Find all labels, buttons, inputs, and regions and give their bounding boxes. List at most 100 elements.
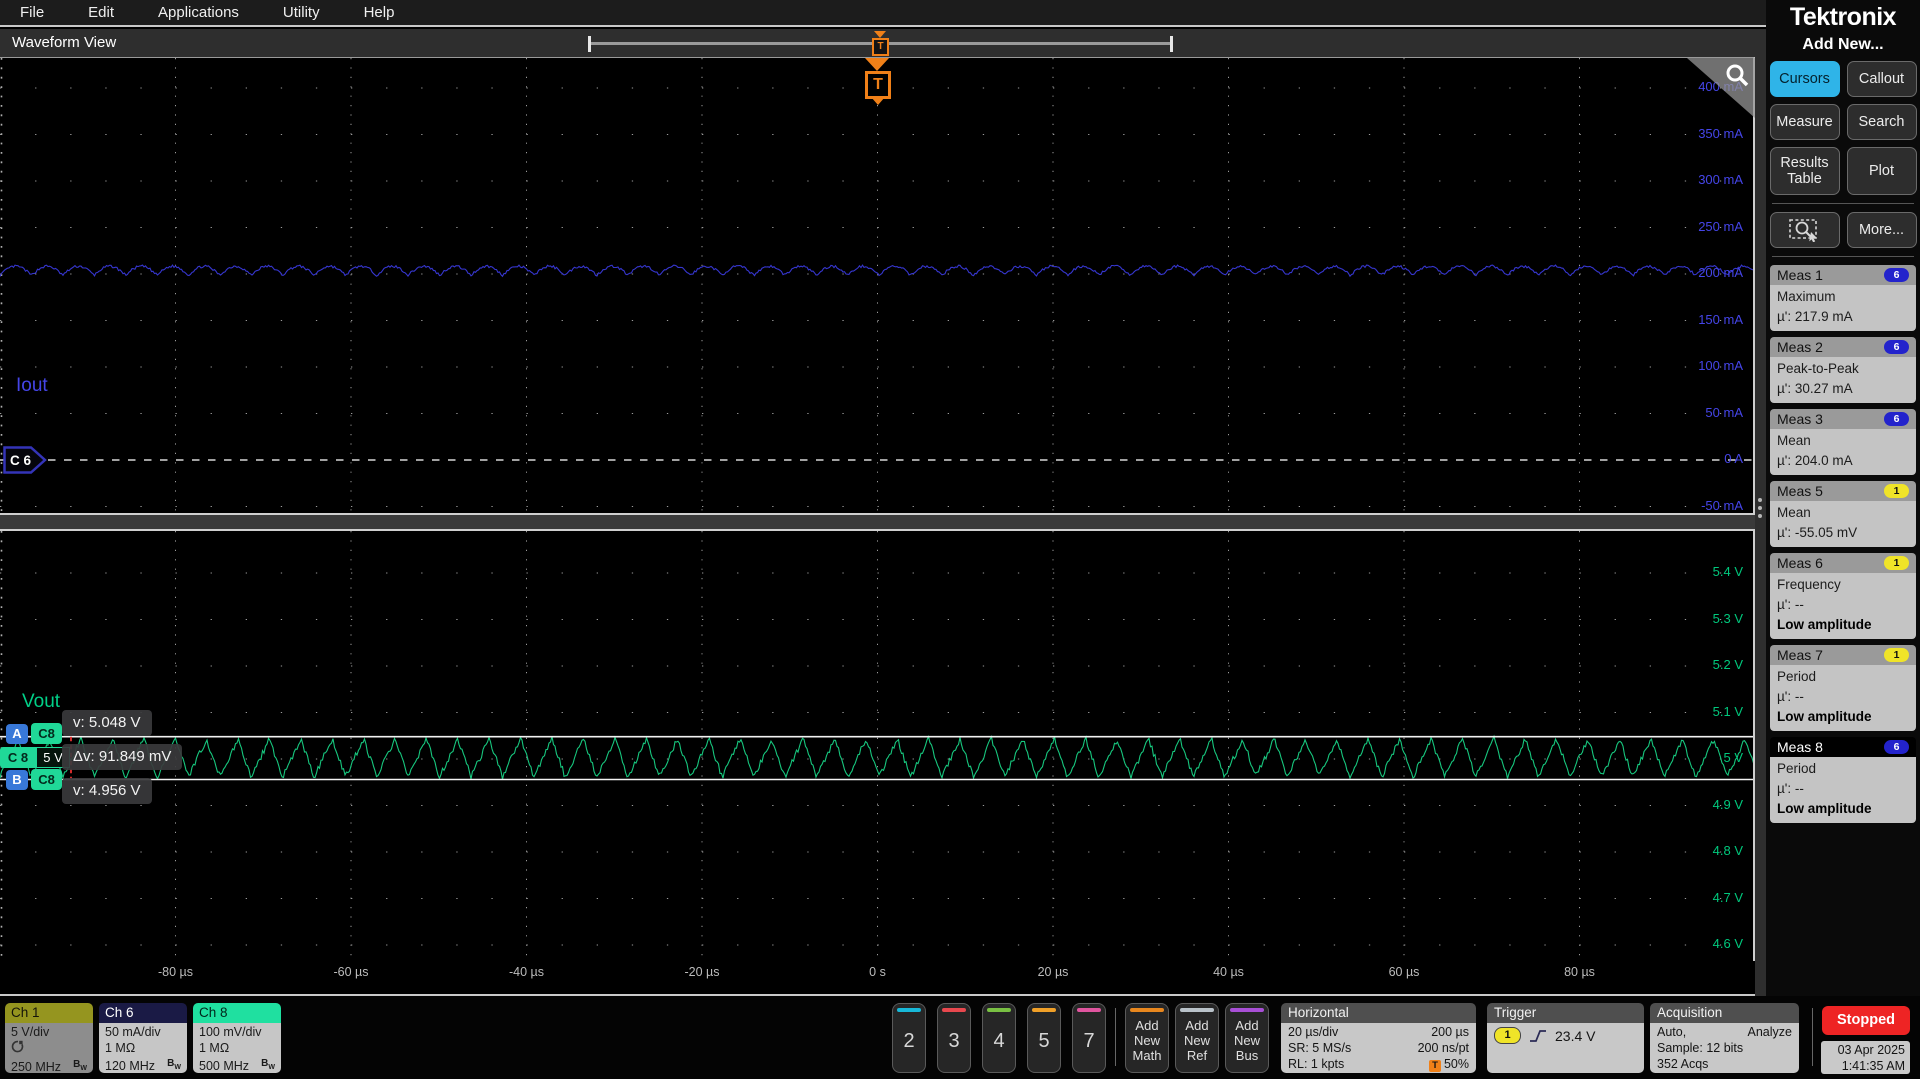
cursor-b-source-badge[interactable]: C8 xyxy=(31,769,62,790)
vout-signal-label[interactable]: Vout xyxy=(22,691,60,713)
channel5-button[interactable]: 5 xyxy=(1027,1003,1061,1073)
cursor-a-source-badge[interactable]: C8 xyxy=(31,723,62,744)
axis-label: 350 mA xyxy=(1698,125,1743,141)
channel3-button[interactable]: 3 xyxy=(937,1003,971,1073)
search-button[interactable]: Search xyxy=(1846,104,1917,140)
time-axis-label: 40 µs xyxy=(1213,965,1244,979)
iout-waveform-plot xyxy=(0,58,1753,513)
oscilloscope-app: File Edit Applications Utility Help Wave… xyxy=(0,0,1920,1079)
time-axis-label: -20 µs xyxy=(684,965,720,979)
run-stop-status-button[interactable]: Stopped xyxy=(1822,1006,1910,1035)
trigger-marker-arrow-icon[interactable] xyxy=(865,58,889,71)
c6-marker-shape: C 6 xyxy=(3,446,47,474)
meas-8-card[interactable]: Meas 8 6 Period µ': -- Low amplitude xyxy=(1770,737,1916,823)
menu-applications[interactable]: Applications xyxy=(158,4,239,21)
bandwidth-limit-icon: BW xyxy=(167,1058,181,1071)
trigger-position-indicator[interactable]: T xyxy=(872,31,889,56)
time-axis-label: 20 µs xyxy=(1037,965,1069,979)
panel-splitter[interactable] xyxy=(1755,57,1766,996)
results-table-button[interactable]: Results Table xyxy=(1769,147,1840,195)
meas-6-card[interactable]: Meas 6 1 Frequency µ': -- Low amplitude xyxy=(1770,553,1916,639)
source-badge: 6 xyxy=(1884,412,1909,426)
measure-button[interactable]: Measure xyxy=(1769,104,1840,140)
tektronix-logo: Tektronix xyxy=(1789,3,1897,31)
add-new-math-button[interactable]: Add New Math xyxy=(1125,1003,1169,1073)
trigger-marker-tail-icon xyxy=(871,97,885,105)
source-badge: 1 xyxy=(1884,648,1909,662)
panel-separator xyxy=(1772,256,1914,257)
settings-bar: Ch 1 5 V/div 250 MHz BW Ch 6 50 mA/div 1… xyxy=(0,996,1920,1079)
source-badge: 6 xyxy=(1884,340,1909,354)
probe-icon xyxy=(11,1040,24,1053)
panel-separator xyxy=(1772,203,1914,204)
axis-label: 200 mA xyxy=(1698,265,1743,280)
zoom-select-icon xyxy=(1788,219,1817,242)
channel1-badge[interactable]: Ch 1 5 V/div 250 MHz BW xyxy=(5,1003,93,1073)
bandwidth-limit-icon: BW xyxy=(261,1058,275,1071)
horizontal-badge[interactable]: Horizontal 20 µs/div 200 µs SR: 5 MS/s 200… xyxy=(1281,1003,1476,1073)
waveform-display-current[interactable]: 400 mA350 mA300 mA250 mA200 mA150 mA100 … xyxy=(0,57,1755,513)
menu-file[interactable]: File xyxy=(20,4,44,21)
axis-label: 5.1 V xyxy=(1712,703,1743,719)
channel8-badge[interactable]: Ch 8 100 mV/div 1 MΩ 500 MHz BW xyxy=(193,1003,281,1073)
cursor-a-handle[interactable]: A xyxy=(6,724,28,744)
magnifier-icon xyxy=(1726,64,1749,87)
cursors-button[interactable]: Cursors xyxy=(1769,61,1840,97)
callout-button[interactable]: Callout xyxy=(1846,61,1917,97)
svg-text:C 6: C 6 xyxy=(10,453,32,468)
meas-7-card[interactable]: Meas 7 1 Period µ': -- Low amplitude xyxy=(1770,645,1916,731)
time-axis-label: 80 µs xyxy=(1564,965,1595,979)
meas-1-card[interactable]: Meas 1 6 Maximum µ': 217.9 mA xyxy=(1770,265,1916,331)
axis-label: 4.7 V xyxy=(1712,889,1743,905)
trigger-source-badge: 1 xyxy=(1494,1027,1521,1044)
cursor-b-handle[interactable]: B xyxy=(6,770,28,790)
tab-waveform-view[interactable]: Waveform View xyxy=(12,34,116,51)
results-bar: Tektronix Add New... Cursors Callout Mea… xyxy=(1766,0,1920,1079)
trigger-marker[interactable]: T xyxy=(865,71,891,99)
iout-signal-label[interactable]: Iout xyxy=(16,375,48,397)
channel6-badge[interactable]: Ch 6 50 mA/div 1 MΩ 120 MHz BW xyxy=(99,1003,187,1073)
add-new-ref-button[interactable]: Add New Ref xyxy=(1175,1003,1219,1073)
axis-label: 300 mA xyxy=(1698,172,1743,187)
channel7-button[interactable]: 7 xyxy=(1072,1003,1106,1073)
time-axis: -80 µs -60 µs -40 µs -20 µs 0 s 20 µs 40 µs 60 … xyxy=(0,961,1755,994)
view-splitter[interactable] xyxy=(0,513,1755,531)
cursor-delta-readout: Δv: 91.849 mV xyxy=(62,744,183,770)
meas-5-card[interactable]: Meas 5 1 Mean µ': -55.05 mV xyxy=(1770,481,1916,547)
meas-2-card[interactable]: Meas 2 6 Peak-to-Peak µ': 30.27 mA xyxy=(1770,337,1916,403)
menu-help[interactable]: Help xyxy=(364,4,395,21)
menu-bar: File Edit Applications Utility Help xyxy=(0,0,1766,27)
drag-handle-icon[interactable] xyxy=(1758,498,1762,518)
axis-label: 250 mA xyxy=(1698,218,1743,234)
axis-label: 5.3 V xyxy=(1712,610,1743,626)
channel4-button[interactable]: 4 xyxy=(982,1003,1016,1073)
more-button[interactable]: More... xyxy=(1846,212,1917,248)
trigger-badge[interactable]: Trigger 1 23.4 V xyxy=(1487,1003,1644,1073)
divider xyxy=(1115,1008,1116,1066)
time-axis-label: -40 µs xyxy=(509,965,544,979)
menu-utility[interactable]: Utility xyxy=(283,4,320,21)
axis-label: -50 mA xyxy=(1701,497,1743,513)
horizontal-overview-bar[interactable]: T xyxy=(588,31,1173,56)
acquisition-badge[interactable]: Acquisition Auto, Analyze Sample: 12 bits… xyxy=(1650,1003,1799,1073)
time-axis-label: 60 µs xyxy=(1388,965,1420,979)
axis-label: 0 A xyxy=(1724,451,1743,466)
channel6-level-marker[interactable]: C 6 xyxy=(3,446,47,474)
plot-button[interactable]: Plot xyxy=(1846,147,1917,195)
meas-3-card[interactable]: Meas 3 6 Mean µ': 204.0 mA xyxy=(1770,409,1916,475)
add-new-heading: Add New... xyxy=(1802,36,1884,53)
axis-label: 100 mA xyxy=(1698,358,1743,373)
channel8-badge[interactable]: C 8 xyxy=(0,747,36,768)
bandwidth-limit-icon: BW xyxy=(73,1059,87,1072)
axis-label: 50 mA xyxy=(1705,404,1743,420)
waveform-display-voltage[interactable]: 5.4 V 5.3 V 5.2 V 5.1 V 5 V 4.9 V 4.8 V 4.7 V 4.… xyxy=(0,531,1755,961)
divider xyxy=(1812,1008,1813,1066)
axis-label: 5.2 V xyxy=(1712,657,1743,672)
channel2-button[interactable]: 2 xyxy=(892,1003,926,1073)
time-axis-label: -60 µs xyxy=(333,965,369,979)
source-badge: 6 xyxy=(1884,268,1909,282)
menu-edit[interactable]: Edit xyxy=(88,4,114,21)
trigger-position-icon: T xyxy=(1428,1060,1441,1072)
add-new-bus-button[interactable]: Add New Bus xyxy=(1225,1003,1269,1073)
zoom-mode-button[interactable] xyxy=(1769,212,1840,248)
